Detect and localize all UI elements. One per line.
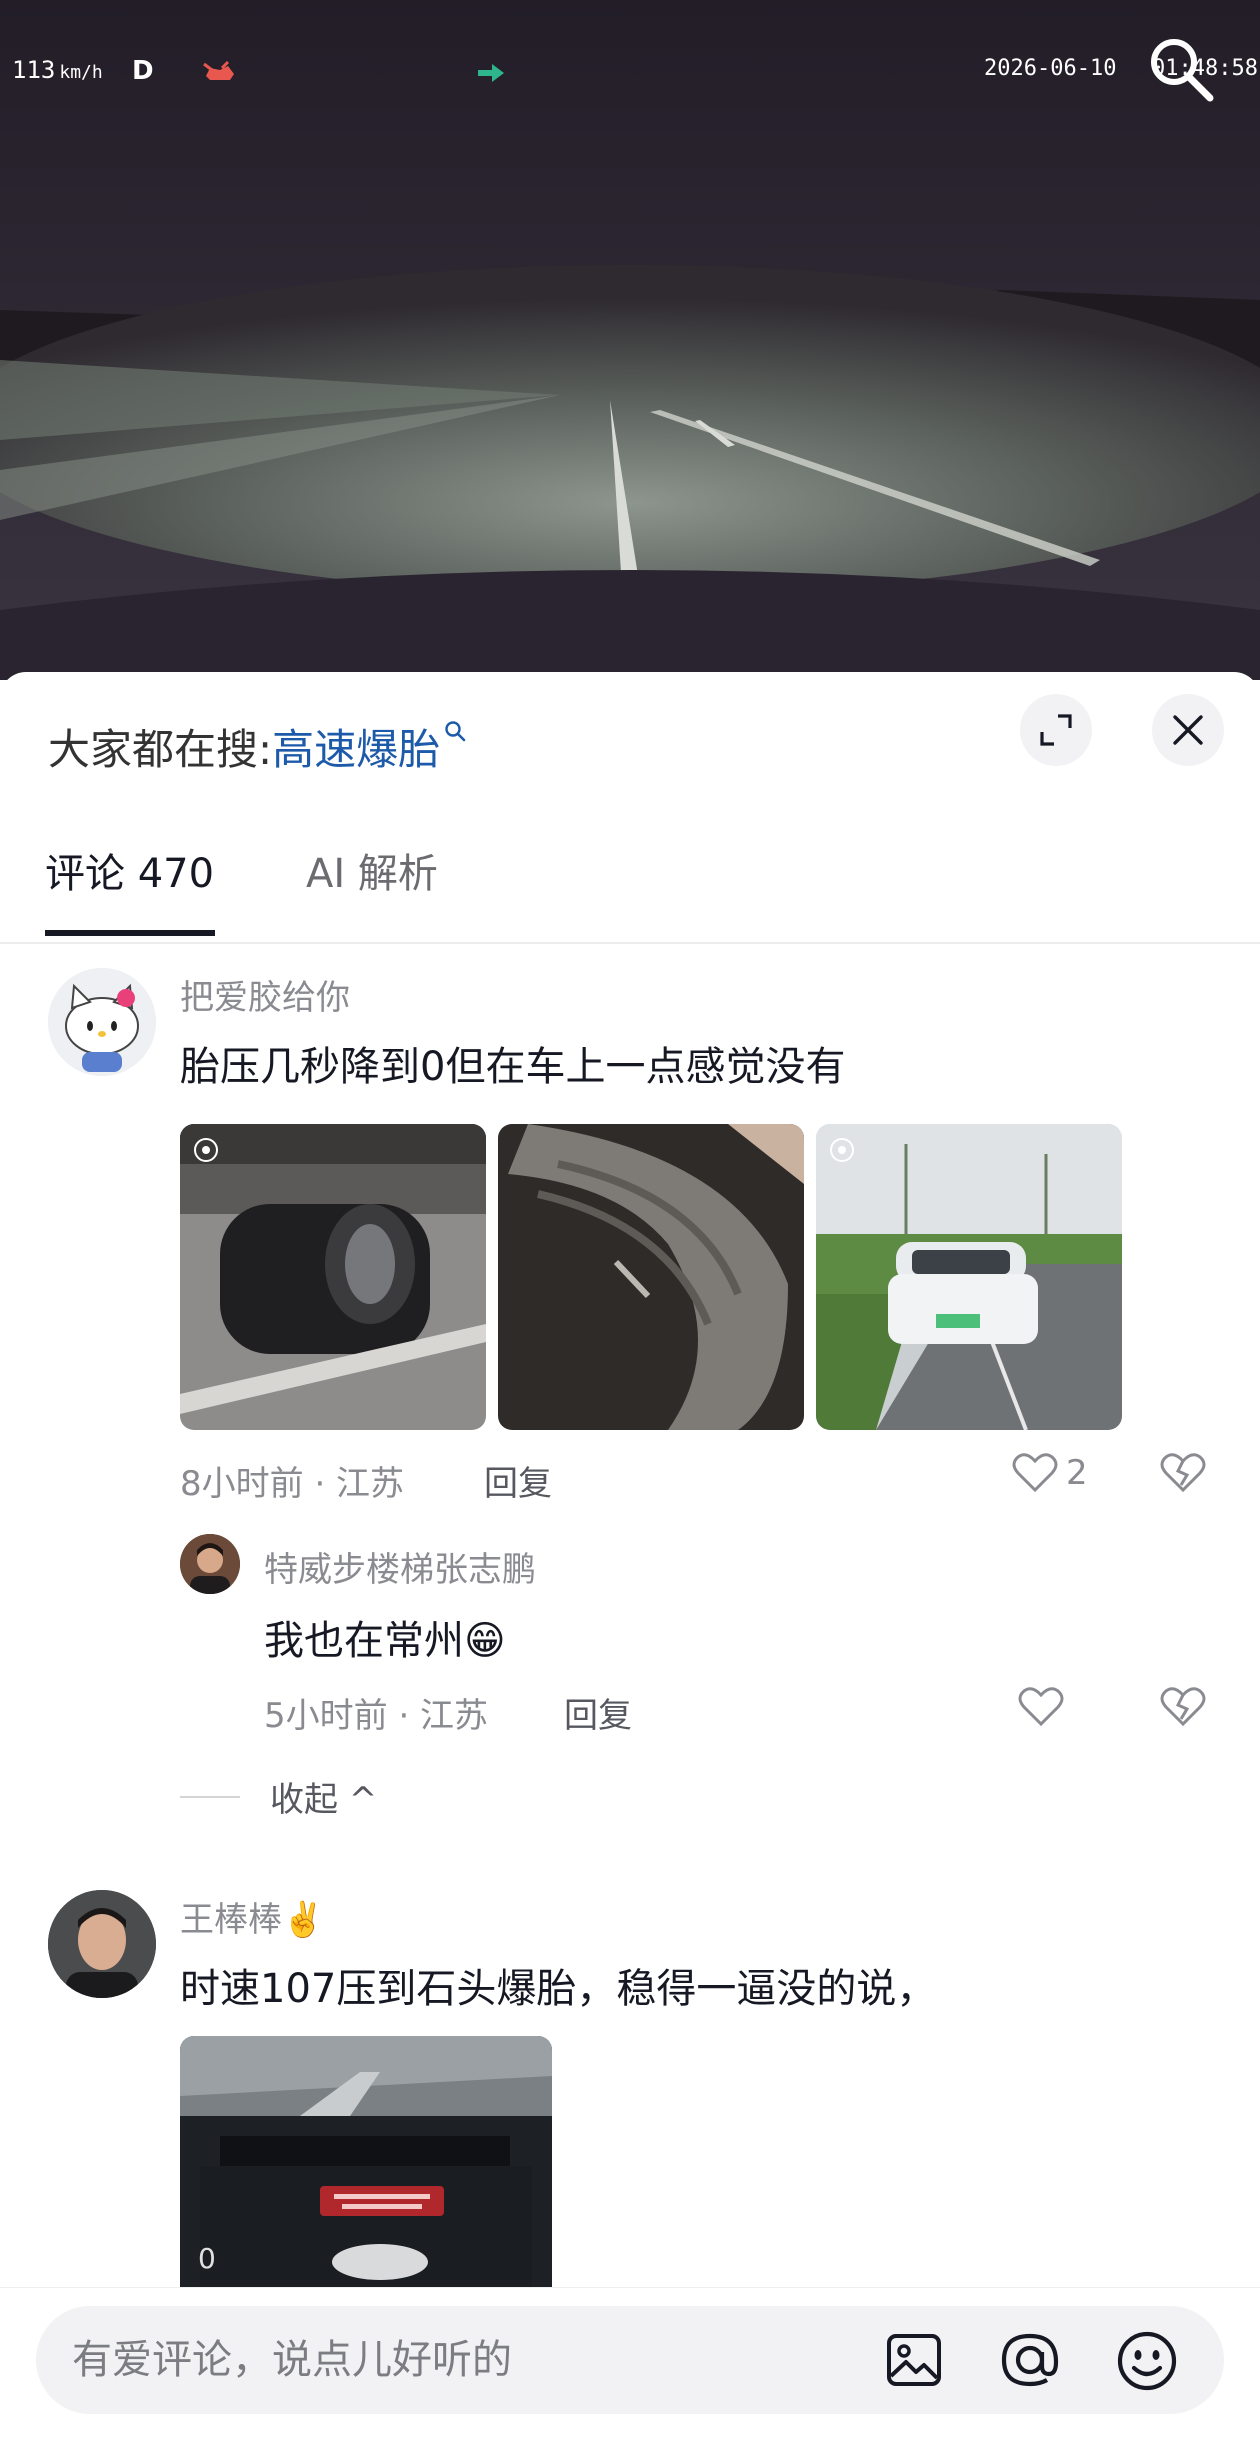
tire-puncture-photo <box>498 1124 804 1430</box>
collapse-label: 收起 ^ <box>270 1780 378 1820</box>
reply-text: 我也在常州😁 <box>264 1618 506 1664</box>
person-avatar <box>48 1890 156 1998</box>
comment-photo[interactable] <box>816 1124 1122 1430</box>
tab-ai-analysis[interactable]: AI 解析 <box>306 840 438 940</box>
trending-keyword[interactable]: 高速爆胎 <box>272 725 440 774</box>
reply-button[interactable]: 回复 <box>564 1688 632 1737</box>
broken-heart-icon <box>1160 1687 1206 1727</box>
hello-kitty-avatar <box>48 968 156 1076</box>
comment-composer <box>0 2287 1260 2457</box>
reply-button[interactable]: 回复 <box>484 1456 552 1505</box>
keyword-search-icon <box>445 721 466 742</box>
comment-sheet: 大家都在搜:高速爆胎 评论 470 AI 解析 把爱胶给你 胎压几秒降到0但在车… <box>0 672 1260 2457</box>
collapse-replies-button[interactable]: 收起 ^ <box>180 1772 377 1821</box>
car-dashboard-photo: 0 <box>180 2036 552 2296</box>
comment-username[interactable]: 把爱胶给你 <box>180 970 350 1019</box>
dashcam-frame <box>0 0 1260 680</box>
svg-text:0: 0 <box>198 2242 216 2275</box>
mention-icon[interactable] <box>998 2330 1062 2390</box>
like-count: 2 <box>1066 1453 1088 1493</box>
avatar[interactable] <box>48 968 156 1076</box>
image-icon[interactable] <box>884 2330 944 2390</box>
warning-car-icon <box>203 60 234 80</box>
heart-icon <box>1018 1687 1064 1727</box>
divider <box>180 1795 240 1798</box>
reply-username[interactable]: 特威步楼梯张志鹏 <box>264 1542 536 1591</box>
speed-readout: 113 km/h <box>12 56 103 84</box>
comment-meta: 8小时前 · 江苏 <box>180 1464 405 1504</box>
trending-prefix: 大家都在搜: <box>48 725 273 774</box>
expand-button[interactable] <box>1020 694 1092 766</box>
like-button[interactable]: 2 <box>1012 1452 1088 1494</box>
comment-username[interactable]: 王棒棒✌️ <box>180 1892 324 1941</box>
lane-arrow-icon <box>478 64 504 82</box>
speed-unit: km/h <box>59 62 103 83</box>
dashcam-date: 2026-06-10 <box>984 56 1117 81</box>
reply-meta: 5小时前 · 江苏 <box>264 1696 489 1736</box>
avatar[interactable] <box>180 1534 240 1594</box>
heart-icon <box>1012 1453 1058 1493</box>
like-button[interactable] <box>1018 1686 1064 1728</box>
emoji-icon[interactable] <box>1116 2330 1178 2392</box>
parked-car-photo <box>816 1124 1122 1430</box>
gear-indicator: D <box>132 56 154 86</box>
tab-comments[interactable]: 评论 470 <box>45 840 214 940</box>
comment-input[interactable] <box>72 2306 852 2414</box>
close-icon <box>1173 715 1203 745</box>
tab-bar: 评论 470 AI 解析 <box>0 840 1260 944</box>
comment-photo[interactable] <box>498 1124 804 1430</box>
comment-input-container <box>36 2306 1224 2414</box>
avatar[interactable] <box>48 1890 156 1998</box>
car-wheel-photo <box>180 1124 486 1430</box>
trending-search[interactable]: 大家都在搜:高速爆胎 <box>48 716 466 777</box>
close-button[interactable] <box>1152 694 1224 766</box>
active-tab-indicator <box>45 930 215 936</box>
video-player[interactable]: 113 km/h D 2026-06-10 01:48:58 <box>0 0 1260 680</box>
dislike-button[interactable] <box>1160 1452 1206 1498</box>
comment-photo[interactable] <box>180 1124 486 1430</box>
expand-icon <box>1040 714 1072 746</box>
search-icon[interactable] <box>1144 32 1220 108</box>
comment-text: 胎压几秒降到0但在车上一点感觉没有 <box>180 1044 846 1090</box>
dislike-button[interactable] <box>1160 1686 1206 1732</box>
person-avatar <box>180 1534 240 1594</box>
comment-photo[interactable]: 0 <box>180 2036 552 2296</box>
comment-text: 时速107压到石头爆胎，稳得一逼没的说， <box>180 1966 937 2012</box>
broken-heart-icon <box>1160 1453 1206 1493</box>
speed-value: 113 <box>12 56 56 84</box>
